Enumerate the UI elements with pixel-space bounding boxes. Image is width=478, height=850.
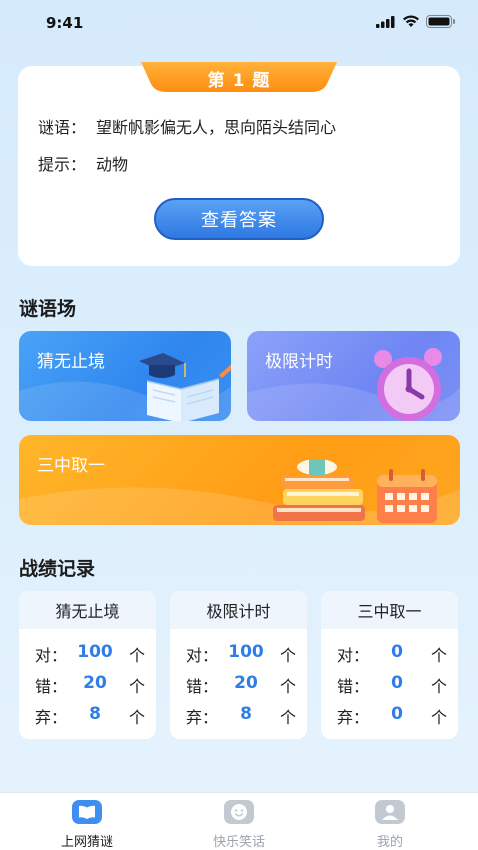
record-row-skipped: 弃： 8 个 — [186, 704, 296, 727]
status-time: 9:41 — [46, 14, 84, 32]
records-section-title: 战绩记录 — [19, 558, 96, 580]
record-unit: 个 — [430, 708, 447, 727]
record-unit: 个 — [430, 677, 447, 696]
nav-item-jokes[interactable]: 快乐笑话 — [189, 799, 289, 850]
record-unit: 个 — [279, 646, 296, 665]
status-bar: 9:41 — [0, 0, 478, 44]
record-value: 20 — [83, 673, 107, 693]
record-key: 错： — [186, 677, 219, 696]
riddle-text: 望断帆影偏无人，思向陌头结同心 — [96, 118, 337, 137]
book-icon — [139, 353, 231, 421]
record-unit: 个 — [430, 646, 447, 665]
riddle-key: 谜语： — [38, 118, 87, 137]
question-number-tab: 第 1 题 — [141, 62, 337, 92]
signal-icon — [376, 15, 395, 28]
game-card-label: 极限计时 — [265, 352, 333, 372]
hint-key: 提示： — [38, 155, 87, 174]
nav-label: 上网猜谜 — [60, 835, 113, 850]
hint-text: 动物 — [96, 155, 129, 174]
record-key: 弃： — [35, 708, 68, 727]
record-value: 20 — [234, 673, 258, 693]
record-row-wrong: 错： 20 个 — [186, 673, 296, 696]
user-icon — [375, 800, 405, 824]
record-row-wrong: 错： 0 个 — [337, 673, 447, 696]
record-card-timed: 极限计时 对： 100 个 错： 20 个 弃： 8 个 — [170, 591, 307, 739]
record-row-correct: 对： 0 个 — [337, 642, 447, 665]
bottom-nav: 上网猜谜 快乐笑话 我的 — [0, 792, 478, 850]
record-unit: 个 — [279, 708, 296, 727]
nav-label: 我的 — [376, 835, 403, 850]
record-unit: 个 — [128, 646, 145, 665]
record-value: 0 — [391, 704, 403, 724]
nav-item-me[interactable]: 我的 — [340, 799, 440, 850]
record-key: 对： — [186, 646, 219, 665]
status-icons — [376, 15, 456, 28]
game-card-pick-one[interactable]: 三中取一 — [19, 435, 460, 525]
record-key: 弃： — [337, 708, 370, 727]
record-value: 100 — [228, 642, 264, 662]
game-card-endless[interactable]: 猜无止境 — [19, 331, 231, 421]
hint-line: 提示： 动物 — [38, 151, 128, 175]
record-unit: 个 — [128, 708, 145, 727]
record-key: 错： — [337, 677, 370, 696]
record-card-title: 猜无止境 — [19, 591, 156, 629]
record-value: 100 — [77, 642, 113, 662]
record-row-skipped: 弃： 8 个 — [35, 704, 145, 727]
record-card-pick-one: 三中取一 对： 0 个 错： 0 个 弃： 0 个 — [321, 591, 458, 739]
record-value: 8 — [240, 704, 252, 724]
game-card-timed[interactable]: 极限计时 — [247, 331, 460, 421]
nav-item-riddles[interactable]: 上网猜谜 — [37, 799, 137, 850]
question-number: 第 1 题 — [207, 71, 271, 91]
game-card-label: 猜无止境 — [37, 352, 105, 372]
record-value: 0 — [391, 642, 403, 662]
battery-icon — [426, 15, 455, 28]
record-card-title: 三中取一 — [321, 591, 458, 629]
games-section-title: 谜语场 — [19, 298, 77, 320]
riddle-line: 谜语： 望断帆影偏无人，思向陌头结同心 — [38, 114, 336, 138]
record-row-skipped: 弃： 0 个 — [337, 704, 447, 727]
record-value: 8 — [89, 704, 101, 724]
view-answer-button[interactable]: 查看答案 — [154, 198, 324, 240]
record-key: 错： — [35, 677, 68, 696]
record-card-endless: 猜无止境 对： 100 个 错： 20 个 弃： 8 个 — [19, 591, 156, 739]
record-row-correct: 对： 100 个 — [186, 642, 296, 665]
record-key: 对： — [337, 646, 370, 665]
record-key: 弃： — [186, 708, 219, 727]
nav-label: 快乐笑话 — [212, 835, 265, 850]
game-card-label: 三中取一 — [37, 456, 105, 476]
record-key: 对： — [35, 646, 68, 665]
books-calendar-icon — [273, 459, 437, 523]
record-unit: 个 — [128, 677, 145, 696]
alarm-clock-icon — [374, 348, 442, 421]
record-unit: 个 — [279, 677, 296, 696]
book-icon — [72, 800, 102, 824]
wifi-icon — [403, 15, 419, 27]
record-value: 0 — [391, 673, 403, 693]
record-row-wrong: 错： 20 个 — [35, 673, 145, 696]
smile-icon — [224, 800, 254, 824]
record-card-title: 极限计时 — [170, 591, 307, 629]
record-row-correct: 对： 100 个 — [35, 642, 145, 665]
